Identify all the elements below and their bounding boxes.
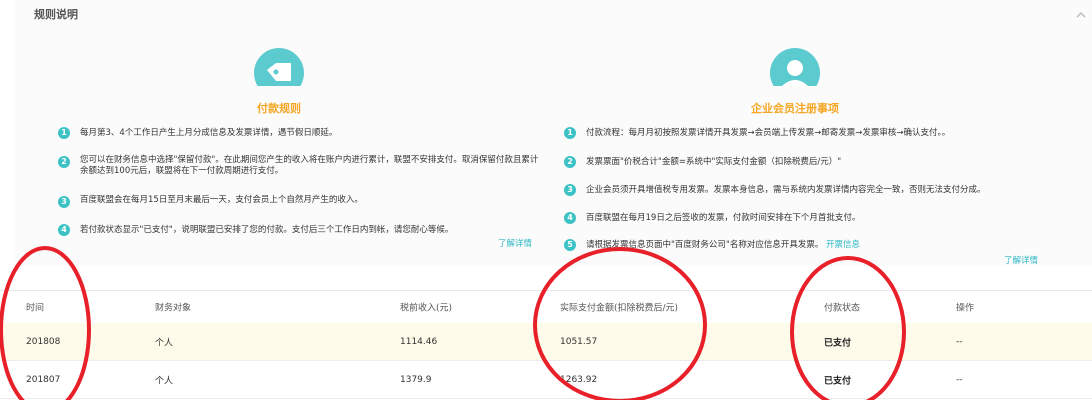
cell-time: 201808	[26, 336, 61, 347]
number-badge: 4	[564, 212, 576, 224]
user-avatar-icon	[770, 48, 820, 98]
enterprise-heading: 企业会员注册事项	[751, 102, 839, 115]
enterprise-rule-3: 企业会员须开具增值税专用发票。发票本身信息，需与系统内发票详情内容完全一致，否则…	[586, 185, 986, 195]
payment-rule-4: 若付款状态显示"已支付"，说明联盟已安排了您的付款。支付后三个工作日内到帐，请您…	[80, 225, 454, 235]
table-row: 201808 个人 1114.46 1051.57 已支付 --	[0, 323, 1092, 361]
enterprise-rule-1: 付款流程：每月月初按照发票详情开具发票→会员端上传发票→邮寄发票→发票审核→确认…	[586, 128, 951, 138]
table-row: 201807 个人 1379.9 1263.92 已支付 --	[0, 361, 1092, 399]
number-badge: 3	[58, 196, 70, 208]
header-finance-target: 财务对象	[155, 303, 192, 314]
enterprise-rule-4: 百度联盟在每月19日之后签收的发票，付款时间安排在下个月首批支付。	[586, 213, 861, 223]
enterprise-rule-2: 发票票面"价税合计"金额=系统中"实际支付金额（扣除税费后/元）"	[586, 157, 842, 167]
cell-actual-payment: 1051.57	[560, 336, 598, 347]
header-time: 时间	[26, 303, 45, 314]
cell-actual-payment: 1263.92	[560, 374, 598, 385]
payment-rule-2: 您可以在财务信息中选择"保留付款"。在此期间您产生的收入将在账户内进行累计，联盟…	[80, 155, 539, 176]
rules-panel: 规则说明 付款规则 1 每月第3、4个工作日产生上月分成信息及发票详情，遇节假日…	[14, 0, 1092, 266]
payment-rules-heading: 付款规则	[257, 102, 301, 115]
cell-finance-target: 个人	[155, 338, 174, 348]
invoice-info-link[interactable]: 开票信息	[826, 240, 860, 250]
number-badge: 1	[58, 127, 70, 139]
cell-actions: --	[956, 374, 963, 385]
payment-rule-3: 百度联盟会在每月15日至月末最后一天，支付会员上个自然月产生的收入。	[80, 195, 363, 205]
cell-finance-target: 个人	[155, 376, 174, 386]
enterprise-learn-more-link[interactable]: 了解详情	[1004, 254, 1038, 266]
enterprise-rule-5-text: 请根据发票信息页面中"百度财务公司"名称对应信息开具发票。	[586, 240, 824, 250]
payment-rule-1: 每月第3、4个工作日产生上月分成信息及发票详情，遇节假日顺延。	[80, 128, 338, 138]
payment-tag-icon	[254, 48, 304, 98]
header-actions: 操作	[956, 303, 975, 314]
header-actual-payment: 实际支付金额(扣除税费后/元)	[560, 303, 679, 314]
enterprise-rule-5: 请根据发票信息页面中"百度财务公司"名称对应信息开具发票。 开票信息	[586, 240, 1076, 251]
cell-pretax-income: 1114.46	[400, 336, 438, 347]
number-badge: 2	[58, 156, 70, 168]
table-header-row: 时间 财务对象 税前收入(元) 实际支付金额(扣除税费后/元) 付款状态 操作	[0, 290, 1092, 324]
number-badge: 1	[564, 127, 576, 139]
cell-payment-status: 已支付	[824, 338, 852, 348]
header-pretax-income: 税前收入(元)	[400, 303, 453, 314]
number-badge: 5	[564, 239, 576, 251]
header-payment-status: 付款状态	[824, 303, 861, 314]
rules-title: 规则说明	[34, 8, 78, 21]
number-badge: 4	[58, 224, 70, 236]
payment-learn-more-link[interactable]: 了解详情	[498, 237, 532, 249]
number-badge: 2	[564, 156, 576, 168]
collapse-chevron-icon[interactable]	[1076, 10, 1086, 20]
cell-time: 201807	[26, 374, 61, 385]
cell-actions: --	[956, 336, 963, 347]
cell-pretax-income: 1379.9	[400, 374, 432, 385]
cell-payment-status: 已支付	[824, 376, 852, 386]
number-badge: 3	[564, 184, 576, 196]
